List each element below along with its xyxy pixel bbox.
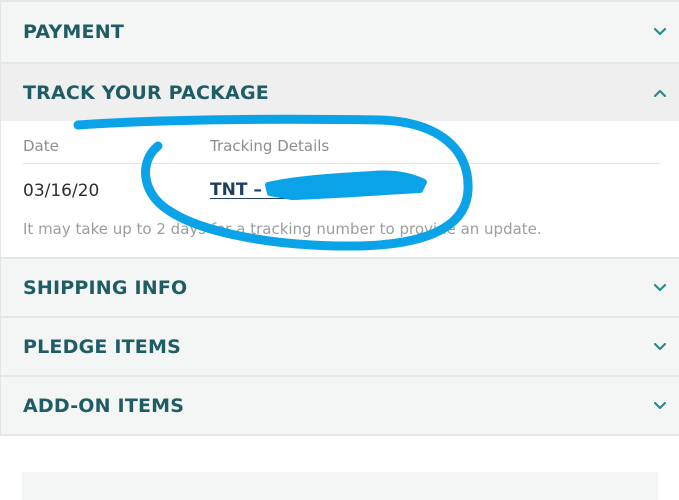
- pledge-items-header[interactable]: PLEDGE ITEMS: [1, 318, 679, 375]
- chevron-down-icon[interactable]: [654, 342, 666, 351]
- section-title: PLEDGE ITEMS: [23, 335, 181, 358]
- tracking-date: 03/16/20: [23, 181, 100, 201]
- section-title: SHIPPING INFO: [23, 276, 188, 299]
- tracking-details-column-header: Tracking Details: [210, 137, 330, 155]
- chevron-down-icon[interactable]: [654, 401, 666, 410]
- tracking-panel: Date Tracking Details 03/16/20 TNT – AM …: [1, 121, 679, 257]
- section-add-on-items: ADD-ON ITEMS: [1, 377, 679, 436]
- add-on-items-header[interactable]: ADD-ON ITEMS: [1, 377, 679, 434]
- shipping-info-header[interactable]: SHIPPING INFO: [1, 259, 679, 316]
- date-column-header: Date: [23, 137, 59, 155]
- footer-panel: [22, 472, 658, 500]
- tracking-note: It may take up to 2 days for a tracking …: [23, 220, 542, 238]
- chevron-down-icon[interactable]: [654, 283, 666, 292]
- chevron-up-icon[interactable]: [654, 89, 666, 97]
- section-title: PAYMENT: [23, 21, 124, 43]
- order-details-page: PAYMENT TRACK YOUR PACKAGE Date Tracking…: [0, 0, 679, 500]
- track-your-package-header[interactable]: TRACK YOUR PACKAGE: [1, 64, 679, 121]
- section-title: TRACK YOUR PACKAGE: [23, 81, 269, 104]
- payment-header[interactable]: PAYMENT: [1, 0, 679, 62]
- section-shipping-info: SHIPPING INFO: [1, 259, 679, 318]
- order-accordion: PAYMENT TRACK YOUR PACKAGE Date Tracking…: [0, 0, 679, 436]
- section-track-your-package: TRACK YOUR PACKAGE Date Tracking Details…: [1, 64, 679, 259]
- tracking-link[interactable]: TNT – AM: [210, 180, 298, 200]
- tracking-table-header: Date Tracking Details: [23, 137, 660, 164]
- chevron-down-icon[interactable]: [654, 28, 666, 36]
- section-title: ADD-ON ITEMS: [23, 394, 185, 417]
- section-pledge-items: PLEDGE ITEMS: [1, 318, 679, 377]
- section-payment: PAYMENT: [1, 0, 679, 64]
